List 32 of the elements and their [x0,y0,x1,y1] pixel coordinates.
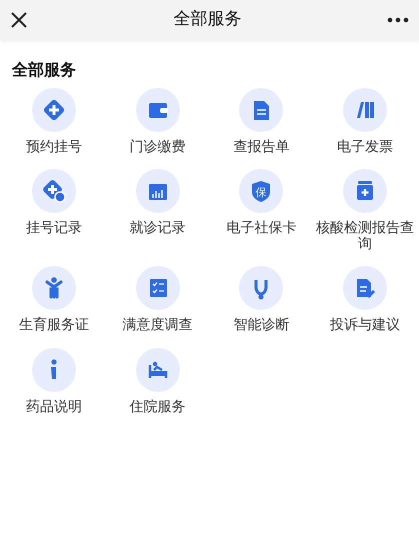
service-label[interactable]: 生育服务证 [18,318,89,334]
service-label[interactable]: 就诊记录 [130,221,186,237]
service-label[interactable]: 电子社保卡 [226,221,296,237]
service-label[interactable]: 智能诊断 [233,318,290,334]
books-icon[interactable] [343,88,388,132]
document-icon[interactable] [239,88,284,132]
service-label[interactable]: 满意度调查 [122,318,193,334]
service-label[interactable]: 查报告单 [233,140,290,156]
person-icon[interactable] [32,266,76,310]
stethoscope-icon[interactable] [239,266,284,310]
shield-icon[interactable]: 保 [239,169,284,214]
checklist-icon[interactable] [136,266,180,310]
service-label[interactable]: 住院服务 [130,400,186,415]
wallet-icon[interactable] [136,88,180,132]
hospital-bed-icon[interactable] [136,348,180,392]
service-label[interactable]: 投诉与建议 [330,318,400,334]
close-button[interactable] [10,11,28,29]
section-title: 全部服务 [10,59,77,81]
service-label[interactable]: 药品说明 [26,400,82,415]
medical-clock-icon[interactable] [32,169,76,214]
medicine-box-icon[interactable] [343,169,388,214]
info-icon[interactable] [32,348,76,392]
calendar-chart-icon[interactable] [136,169,180,214]
service-label[interactable]: 门诊缴费 [130,140,186,156]
more-button[interactable] [387,17,409,23]
service-label[interactable]: 电子发票 [337,140,394,156]
document-pen-icon[interactable] [343,266,388,310]
page-title: 全部服务 [174,8,242,32]
medical-cross-icon[interactable] [32,88,76,132]
service-label[interactable]: 核酸检测报告查询 [315,221,416,252]
service-label[interactable]: 预约挂号 [26,140,82,156]
service-label[interactable]: 挂号记录 [26,221,82,237]
